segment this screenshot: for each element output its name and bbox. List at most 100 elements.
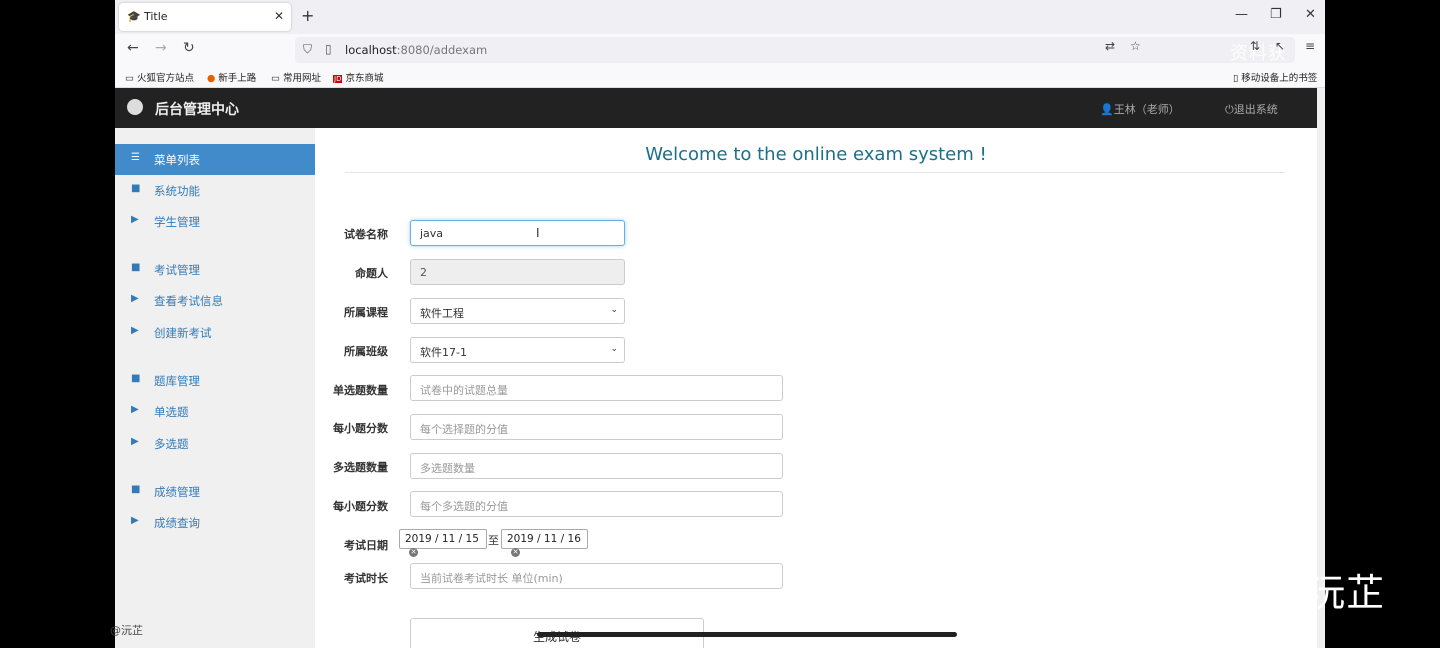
- date-end-input[interactable]: 2019 / 11 / 16 ✕: [501, 529, 588, 557]
- course-select[interactable]: 软件工程 ⌄: [410, 298, 625, 324]
- sidebar-item-menu-list[interactable]: ☰ 菜单列表: [115, 144, 315, 175]
- list-icon: ☰: [131, 152, 140, 163]
- duration-input[interactable]: 当前试卷考试时长 单位(min): [410, 563, 783, 589]
- bookmark-label: 火狐官方站点: [136, 73, 194, 84]
- chevron-down-icon: ⌄: [610, 344, 618, 354]
- library-icon[interactable]: ↖: [1275, 39, 1285, 53]
- sidebar-item-exams[interactable]: ■ 考试管理: [115, 254, 315, 285]
- page-title: Welcome to the online exam system !: [645, 144, 987, 165]
- sidebar-item-view-exams[interactable]: ▶ 查看考试信息: [115, 285, 315, 316]
- power-icon: ⏻: [1225, 103, 1234, 116]
- multi-count-input[interactable]: 多选题数量: [410, 453, 783, 479]
- app-header: 后台管理中心 👤王林（老师） ⏻退出系统: [115, 88, 1317, 128]
- sidebar-item-question-bank[interactable]: ■ 题库管理: [115, 365, 315, 396]
- text-cursor-icon: I: [536, 226, 540, 240]
- chevron-down-icon: ⌄: [610, 305, 618, 315]
- tab-title: Title: [144, 10, 168, 23]
- reload-button[interactable]: ↻: [183, 40, 195, 56]
- bookmark-item[interactable]: ▭ 常用网址: [271, 70, 321, 84]
- new-tab-button[interactable]: +: [301, 6, 314, 25]
- sidebar: ☰ 菜单列表 ■ 系统功能 ▶ 学生管理 ■ 考试管理 ▶ 查看考试信息 ▶ 创建新考试 ■…: [115, 128, 315, 648]
- shield-icon: ⛉: [303, 42, 313, 56]
- sidebar-item-label: 成绩查询: [154, 516, 200, 530]
- briefcase-icon: ■: [131, 373, 141, 384]
- bookmark-star-icon[interactable]: ☆: [1130, 39, 1141, 53]
- sidebar-item-system[interactable]: ■ 系统功能: [115, 175, 315, 206]
- class-select[interactable]: 软件17-1 ⌄: [410, 337, 625, 363]
- restore-button[interactable]: ❐: [1270, 7, 1282, 22]
- extension-icon[interactable]: ⇄: [1105, 39, 1115, 53]
- folder-icon: ▭: [271, 73, 280, 84]
- close-icon[interactable]: ✕: [274, 9, 284, 23]
- sidebar-item-label: 成绩管理: [154, 485, 200, 499]
- sidebar-item-students[interactable]: ▶ 学生管理: [115, 206, 315, 237]
- single-count-input[interactable]: 试卷中的试题总量: [410, 375, 783, 401]
- jd-icon: JD: [333, 75, 343, 83]
- bookmark-label: 新手上路: [218, 73, 257, 84]
- single-score-label: 每小题分数: [333, 422, 388, 435]
- briefcase-icon: ■: [131, 183, 141, 194]
- triangle-right-icon: ▶: [131, 404, 139, 415]
- user-link[interactable]: 👤王林（老师）: [1100, 101, 1180, 117]
- exam-name-label: 试卷名称: [344, 228, 388, 241]
- window-close-button[interactable]: ✕: [1305, 7, 1316, 22]
- clear-icon[interactable]: ✕: [511, 548, 520, 557]
- date-label: 考试日期: [344, 539, 388, 552]
- url-host: localhost: [345, 43, 397, 57]
- mobile-bookmarks[interactable]: ▯ 移动设备上的书签: [1233, 70, 1317, 84]
- bookmark-label: 移动设备上的书签: [1241, 73, 1318, 84]
- triangle-right-icon: ▶: [131, 293, 139, 304]
- bookmark-item[interactable]: ▭ 火狐官方站点: [125, 70, 194, 84]
- sidebar-item-label: 考试管理: [154, 263, 200, 277]
- multi-score-input[interactable]: 每个多选题的分值: [410, 491, 783, 517]
- sidebar-item-grade-query[interactable]: ▶ 成绩查询: [115, 507, 315, 538]
- sidebar-item-single-choice[interactable]: ▶ 单选题: [115, 396, 315, 427]
- bookmark-item[interactable]: JD 京东商城: [333, 70, 383, 84]
- sidebar-item-label: 系统功能: [154, 184, 200, 198]
- menu-icon[interactable]: ≡: [1305, 39, 1315, 53]
- bookmark-item[interactable]: ● 新手上路: [207, 70, 256, 84]
- clear-icon[interactable]: ✕: [409, 548, 418, 557]
- triangle-right-icon: ▶: [131, 436, 139, 447]
- navigation-bar: ← → ↻ ⛉ ▯ localhost:8080/addexam 资料获取小程序…: [115, 34, 1325, 116]
- exam-name-input[interactable]: java I: [410, 220, 625, 246]
- single-count-label: 单选题数量: [333, 384, 388, 397]
- author-label: 命题人: [355, 267, 388, 280]
- sidebar-item-label: 创建新考试: [154, 326, 212, 340]
- graduation-cap-icon: 🎓: [127, 10, 141, 23]
- sidebar-item-multi-choice[interactable]: ▶ 多选题: [115, 428, 315, 459]
- sidebar-item-create-exam[interactable]: ▶ 创建新考试: [115, 317, 315, 348]
- side-watermark: @沅芷: [110, 624, 143, 637]
- sidebar-item-label: 查看考试信息: [154, 294, 223, 308]
- url-path: :8080/addexam: [396, 43, 488, 57]
- sidebar-item-grades[interactable]: ■ 成绩管理: [115, 476, 315, 507]
- class-label: 所属班级: [344, 345, 388, 358]
- firefox-icon: ●: [207, 73, 216, 84]
- url-bar[interactable]: ⛉ ▯ localhost:8080/addexam 资料获取小程序: [295, 37, 1295, 116]
- app-brand: 后台管理中心: [155, 102, 239, 118]
- minimize-button[interactable]: —: [1235, 7, 1248, 22]
- date-start-input[interactable]: 2019 / 11 / 15 ✕: [399, 529, 487, 557]
- tab-bar: 🎓 Title ✕ + — ❐ ✕: [115, 0, 1325, 34]
- user-name: 王林（老师）: [1113, 103, 1180, 116]
- back-button[interactable]: ←: [127, 40, 139, 56]
- course-label: 所属课程: [344, 306, 388, 319]
- forward-button[interactable]: →: [155, 40, 167, 56]
- pocket-icon[interactable]: ⇅: [1250, 39, 1260, 53]
- triangle-right-icon: ▶: [131, 515, 139, 526]
- duration-label: 考试时长: [344, 572, 388, 585]
- tab-active[interactable]: 🎓 Title ✕: [119, 3, 291, 31]
- exam-name-value: java: [420, 227, 444, 240]
- zhihu-watermark: 知乎 @小沅芷: [1138, 571, 1386, 615]
- divider: [345, 172, 1285, 173]
- folder-icon: ▭: [125, 73, 134, 84]
- single-score-input[interactable]: 每个选择题的分值: [410, 414, 783, 440]
- logout-link[interactable]: ⏻退出系统: [1225, 101, 1278, 117]
- briefcase-icon: ■: [131, 262, 141, 273]
- bookmark-label: 常用网址: [282, 73, 321, 84]
- home-indicator: [537, 632, 957, 637]
- triangle-right-icon: ▶: [131, 325, 139, 336]
- sidebar-item-label: 多选题: [154, 437, 189, 451]
- date-end-value: 2019 / 11 / 16: [507, 533, 581, 545]
- user-icon: 👤: [1100, 103, 1114, 116]
